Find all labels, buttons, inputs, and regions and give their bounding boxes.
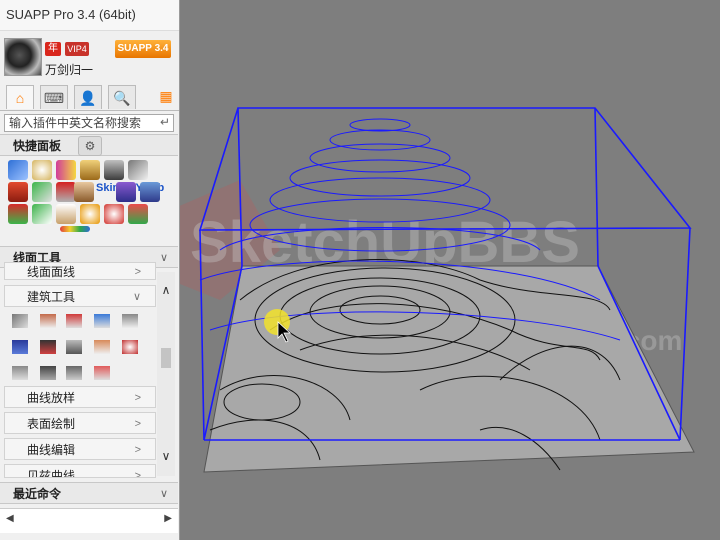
plugin-search: ↵ <box>4 114 174 132</box>
quick-panel-label: 快捷面板 <box>13 139 62 153</box>
tab-keyboard[interactable]: ⌨ <box>40 85 68 109</box>
recent-commands-header[interactable]: 最近命令 ∨ <box>0 482 178 504</box>
tool-node-icon[interactable] <box>40 340 56 354</box>
ground-plane <box>203 265 695 473</box>
chevron-down-icon: ∨ <box>132 291 141 303</box>
swoosh-icon[interactable] <box>128 160 148 180</box>
tab-home[interactable]: ⌂ <box>6 85 34 109</box>
tab-user[interactable]: 👤 <box>74 85 102 109</box>
recent-scroll[interactable]: ◀ ▶ <box>0 508 178 533</box>
subcategory-line-faces[interactable]: 线面面线 > <box>4 262 156 280</box>
search-icon: 🔍 <box>113 90 131 106</box>
chevron-down-icon: ∨ <box>159 488 168 500</box>
subcategory-architecture[interactable]: 建筑工具 ∨ <box>4 285 156 307</box>
shape-icon[interactable] <box>32 182 52 202</box>
plus-icon[interactable] <box>128 204 148 224</box>
recent-commands-label: 最近命令 <box>13 487 62 501</box>
tool-box-icon[interactable] <box>40 314 56 328</box>
year-badge: 年 <box>45 42 61 56</box>
tool-grid-icon[interactable] <box>12 314 28 328</box>
tool-cube-icon[interactable] <box>94 314 110 328</box>
chevron-right-icon: > <box>134 418 141 430</box>
subcategory-label: 曲线放样 <box>27 391 76 405</box>
subcategory-label: 表面绘制 <box>27 417 76 431</box>
chevron-right-icon: > <box>134 444 141 456</box>
tool-block-icon[interactable] <box>66 314 82 328</box>
enter-icon[interactable]: ↵ <box>160 115 170 129</box>
tools-scrollbar[interactable]: ∧ ∨ <box>157 272 175 476</box>
subcategory-curve-edit[interactable]: 曲线编辑 > <box>4 438 156 460</box>
tree-icon[interactable] <box>8 204 28 224</box>
tool-wall-icon[interactable] <box>66 340 82 354</box>
box-icon[interactable] <box>74 182 94 202</box>
push-pull-icon[interactable] <box>8 182 28 202</box>
chevron-right-icon: > <box>134 266 141 278</box>
gear-icon[interactable]: ⚙ <box>78 136 102 156</box>
scroll-up-icon[interactable]: ∧ <box>157 282 175 298</box>
user-bar: 年 VIP4 SUAPP 3.4 万剑归一 <box>0 36 179 78</box>
tool-gear-icon[interactable] <box>40 366 56 380</box>
suapp-panel: SUAPP Pro 3.4 (64bit) 年 VIP4 SUAPP 3.4 万… <box>0 0 180 540</box>
arc-icon[interactable] <box>104 160 124 180</box>
tool-window-icon[interactable] <box>94 366 110 380</box>
arrow-up-icon[interactable] <box>56 182 76 202</box>
tool-roof-icon[interactable] <box>122 314 138 328</box>
tool-z-icon[interactable] <box>12 340 28 354</box>
stairs-icon[interactable] <box>8 160 28 180</box>
chevron-down-icon: ∨ <box>159 252 168 264</box>
chevron-right-icon: > <box>134 470 141 478</box>
scroll-down-icon[interactable]: ∨ <box>157 448 175 464</box>
tool-magnet-icon[interactable] <box>122 340 138 354</box>
window-title: SUAPP Pro 3.4 (64bit) <box>0 0 179 31</box>
ribbon-icon[interactable] <box>56 160 76 180</box>
grid-icon[interactable]: ▦ <box>158 88 174 104</box>
tab-search[interactable]: 🔍 <box>108 85 136 109</box>
quick-panel-header[interactable]: 快捷面板 ⚙ <box>0 134 178 156</box>
subcategory-bezier[interactable]: 贝兹曲线 > <box>4 464 156 478</box>
subcategory-label: 贝兹曲线 <box>27 469 76 478</box>
avatar[interactable] <box>4 38 42 76</box>
subcategory-curve-loft[interactable]: 曲线放样 > <box>4 386 156 408</box>
scroll-right-icon[interactable]: ▶ <box>164 513 172 524</box>
tool-panel-icon[interactable] <box>66 366 82 380</box>
quick-panel-grid: SkinX / YBub <box>8 160 168 244</box>
modeling-viewport[interactable]: SketchUpBBS www.sketchupbar.com <box>180 0 720 540</box>
vip-badge: VIP4 <box>65 42 89 56</box>
color-bar-icon[interactable] <box>60 226 90 232</box>
subcategory-label: 曲线编辑 <box>27 443 76 457</box>
tool-slab-icon[interactable] <box>94 340 110 354</box>
subcategory-label: 建筑工具 <box>27 290 76 304</box>
scene-svg: SketchUpBBS www.sketchupbar.com <box>180 107 695 473</box>
ring-icon[interactable] <box>80 204 100 224</box>
spiral-icon[interactable] <box>32 160 52 180</box>
keyboard-icon: ⌨ <box>43 90 65 106</box>
curve-icon[interactable] <box>80 160 100 180</box>
tab-bar: ⌂ ⌨ 👤 🔍 ▦ <box>0 84 179 111</box>
scroll-thumb[interactable] <box>161 348 171 368</box>
chevron-right-icon: > <box>134 392 141 404</box>
username: 万剑归一 <box>45 63 94 77</box>
subcategory-label: 线面面线 <box>27 265 76 279</box>
architecture-tools <box>4 308 156 384</box>
user-icon: 👤 <box>79 90 97 106</box>
bubble-icon[interactable] <box>140 182 160 202</box>
watermark-text: SketchUpBBS <box>190 210 580 275</box>
surface-icon[interactable] <box>56 204 76 224</box>
skin-icon[interactable] <box>116 182 136 202</box>
scroll-left-icon[interactable]: ◀ <box>6 513 14 524</box>
version-badge[interactable]: SUAPP 3.4 <box>115 40 171 58</box>
search-input[interactable] <box>5 115 159 131</box>
subcategory-surface-draw[interactable]: 表面绘制 > <box>4 412 156 434</box>
shield-icon[interactable] <box>104 204 124 224</box>
tool-stair-icon[interactable] <box>12 366 28 380</box>
shapes-icon[interactable] <box>32 204 52 224</box>
home-icon: ⌂ <box>15 90 25 106</box>
